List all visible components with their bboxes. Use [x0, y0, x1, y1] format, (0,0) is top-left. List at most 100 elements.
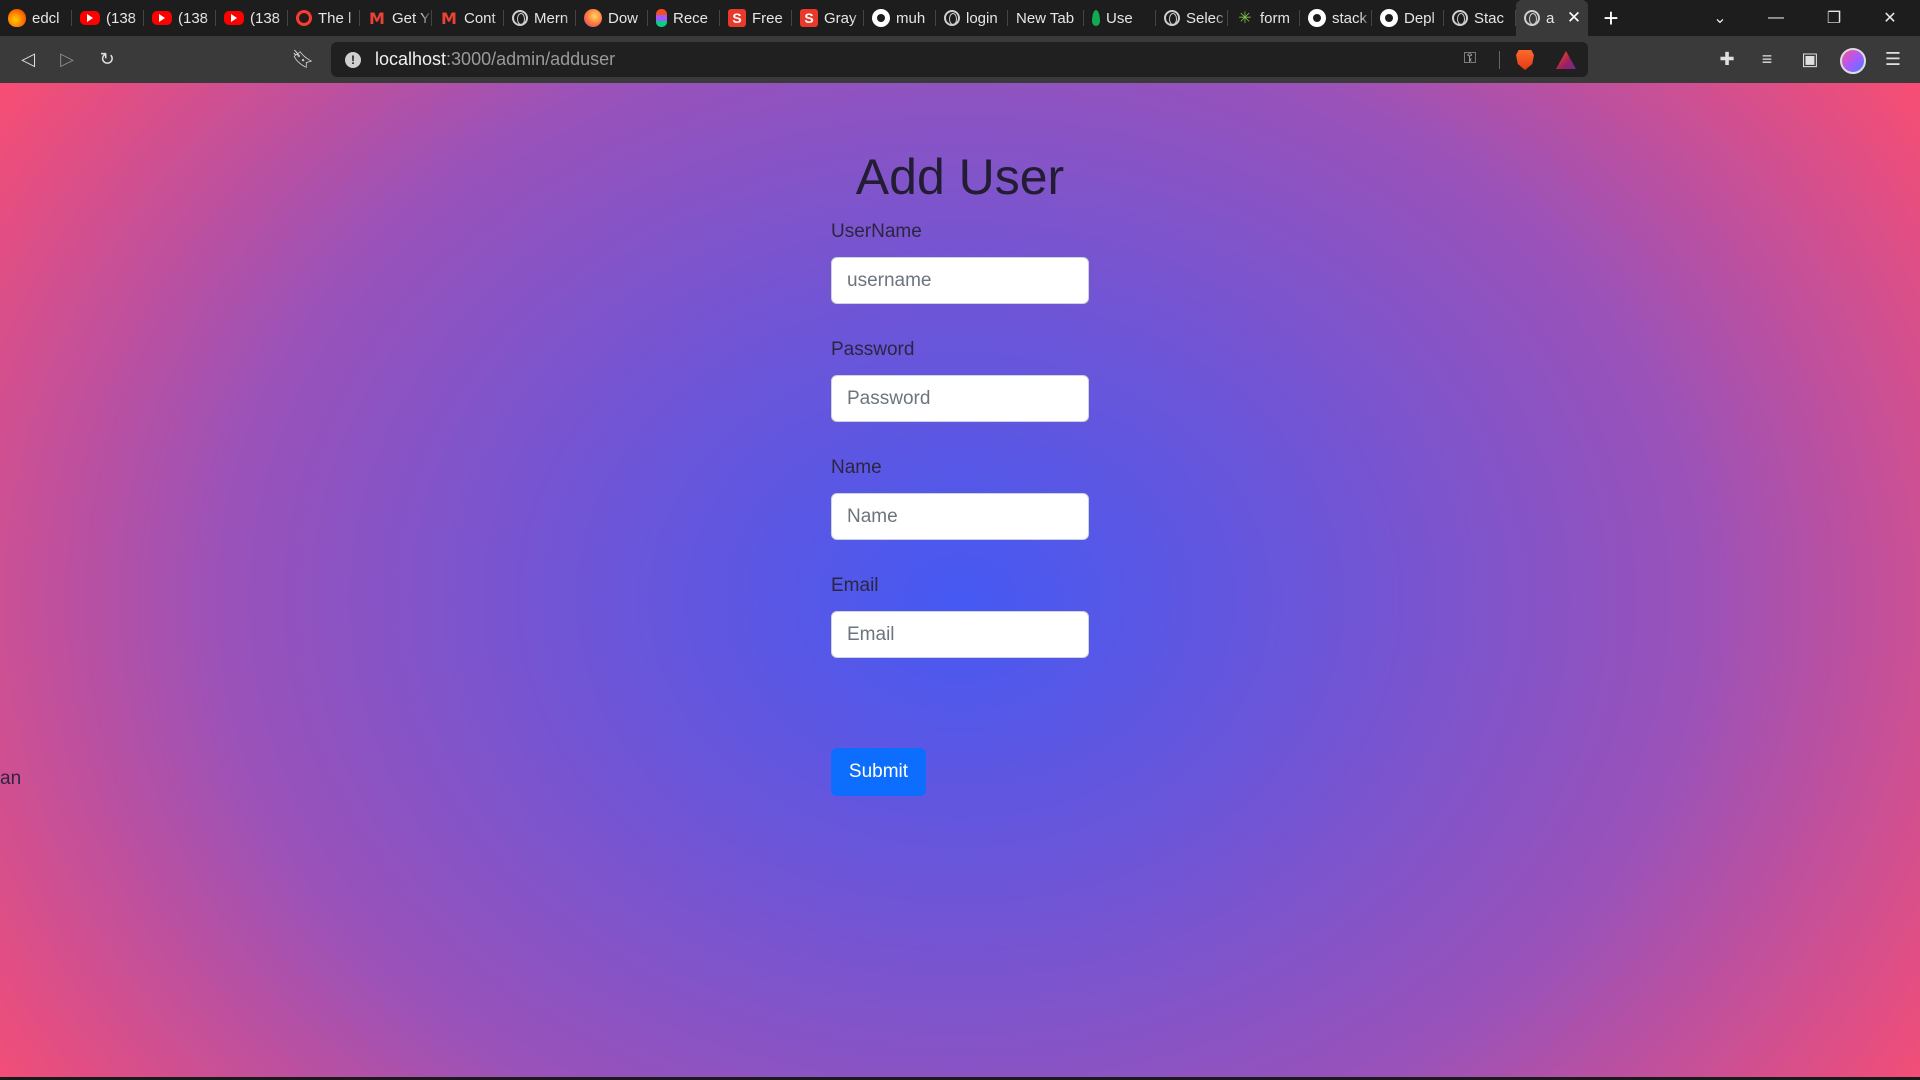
globe-icon [1452, 10, 1468, 26]
site-info-icon[interactable]: ! [345, 51, 361, 68]
tab-item[interactable]: The l [288, 0, 360, 36]
divider [1499, 51, 1500, 69]
tab-list: edcl (138 (138 (138 The l M Get Y M Cont Mern Dow R… [0, 0, 1516, 36]
page-viewport: Add User UserName Password Name Email Su… [0, 83, 1920, 1077]
tab-item[interactable]: M Cont [432, 0, 504, 36]
wallet-icon[interactable]: ▣ [1790, 36, 1830, 83]
forward-icon[interactable]: ▷ [47, 36, 87, 83]
url-path: :3000/admin/adduser [446, 49, 616, 69]
tab-label: (138 [178, 9, 209, 27]
globe-icon [1164, 10, 1180, 26]
menu-icon[interactable]: ☰ [1873, 36, 1913, 83]
reload-icon[interactable]: ↻ [87, 36, 127, 83]
tab-item[interactable]: login [936, 0, 1008, 36]
bookmark-icon[interactable]: 🔖︎ [283, 36, 323, 83]
email-label: Email [831, 575, 879, 596]
profile-avatar[interactable] [1840, 48, 1866, 74]
tab-label: login [966, 9, 998, 27]
firefox-icon [584, 9, 602, 27]
tab-item[interactable]: edcl [0, 0, 72, 36]
tab-label: a [1546, 9, 1555, 27]
password-input[interactable] [831, 375, 1089, 422]
browser-toolbar: ◁ ▷ ↻ 🔖︎ ! localhost:3000/admin/adduser … [0, 36, 1920, 83]
brave-rewards-icon[interactable] [1556, 51, 1576, 69]
tab-label: stack [1332, 9, 1368, 27]
tab-label: New Tab [1016, 9, 1075, 27]
close-tab-icon[interactable]: ✕ [1566, 8, 1582, 28]
close-window-button[interactable]: ✕ [1862, 0, 1918, 36]
email-field-group: Email [831, 574, 1089, 658]
submit-button[interactable]: Submit [831, 748, 926, 796]
tab-item[interactable]: Depl [1372, 0, 1444, 36]
new-tab-button[interactable]: + [1588, 0, 1634, 36]
gmail-icon: M [369, 8, 385, 28]
username-input[interactable] [831, 257, 1089, 304]
tab-search-icon[interactable]: ⌄ [1692, 0, 1748, 36]
minimize-button[interactable]: — [1748, 0, 1804, 36]
tab-label: Gray [824, 9, 857, 27]
tab-label: (138 [250, 9, 281, 27]
globe-icon [1524, 10, 1540, 26]
restore-button[interactable]: ❐ [1806, 0, 1862, 36]
username-label: UserName [831, 221, 922, 242]
tab-item[interactable]: M Get Y [360, 0, 432, 36]
playlist-icon[interactable]: ≡ [1747, 36, 1787, 83]
figma-icon [656, 9, 667, 27]
youtube-icon [224, 11, 244, 25]
tab-active[interactable]: a ✕ [1516, 0, 1588, 36]
tab-label: edcl [32, 9, 60, 27]
tab-item[interactable]: Rece [648, 0, 720, 36]
address-bar[interactable]: ! localhost:3000/admin/adduser ⚿ [331, 42, 1588, 77]
tab-label: The l [318, 9, 352, 27]
mongodb-icon [1092, 10, 1100, 26]
password-label: Password [831, 339, 915, 360]
spark-icon: ✳ [1238, 10, 1252, 27]
github-icon [1308, 9, 1326, 27]
youtube-icon [152, 11, 172, 25]
brave-shields-icon[interactable] [1516, 50, 1534, 70]
name-label: Name [831, 457, 882, 478]
tab-item[interactable]: S Gray [792, 0, 864, 36]
s-icon: S [728, 9, 746, 27]
github-icon [872, 9, 890, 27]
tab-label: Cont [464, 9, 496, 27]
tab-label: Dow [608, 9, 639, 27]
tab-item[interactable]: Use [1084, 0, 1156, 36]
tab-item[interactable]: S Free [720, 0, 792, 36]
email-input[interactable] [831, 611, 1089, 658]
key-icon[interactable]: ⚿ [1464, 50, 1476, 68]
back-icon[interactable]: ◁ [8, 36, 48, 83]
tab-item[interactable]: New Tab [1008, 0, 1084, 36]
tab-label: Selec [1186, 9, 1224, 27]
tab-item[interactable]: muh [864, 0, 936, 36]
tab-item[interactable]: (138 [144, 0, 216, 36]
tab-item[interactable]: Selec [1156, 0, 1228, 36]
tab-label: muh [896, 9, 926, 27]
tab-label: Get Y [392, 9, 431, 27]
tab-item[interactable]: (138 [72, 0, 144, 36]
tab-item[interactable]: Mern [504, 0, 576, 36]
tab-label: Depl [1404, 9, 1435, 27]
tab-label: Stac [1474, 9, 1505, 27]
tab-label: (138 [106, 9, 137, 27]
stray-text: an [0, 768, 22, 789]
ring-icon [296, 10, 312, 26]
tab-item[interactable]: stack [1300, 0, 1372, 36]
extensions-icon[interactable]: ✚ [1707, 36, 1747, 83]
tab-item[interactable]: (138 [216, 0, 288, 36]
name-field-group: Name [831, 456, 1089, 540]
tab-label: Use [1106, 9, 1133, 27]
tab-item[interactable]: Dow [576, 0, 648, 36]
name-input[interactable] [831, 493, 1089, 540]
tab-item[interactable]: Stac [1444, 0, 1516, 36]
page-title: Add User [855, 149, 1065, 205]
youtube-icon [80, 11, 100, 25]
url-text[interactable]: localhost:3000/admin/adduser [375, 49, 615, 70]
password-field-group: Password [831, 338, 1089, 422]
tab-label: Mern [534, 9, 569, 27]
fire-icon [8, 9, 26, 27]
tab-item[interactable]: ✳ form [1228, 0, 1300, 36]
tab-label: form [1260, 9, 1290, 27]
tab-strip: edcl (138 (138 (138 The l M Get Y M Cont Mern Dow R… [0, 0, 1920, 36]
github-icon [1380, 9, 1398, 27]
